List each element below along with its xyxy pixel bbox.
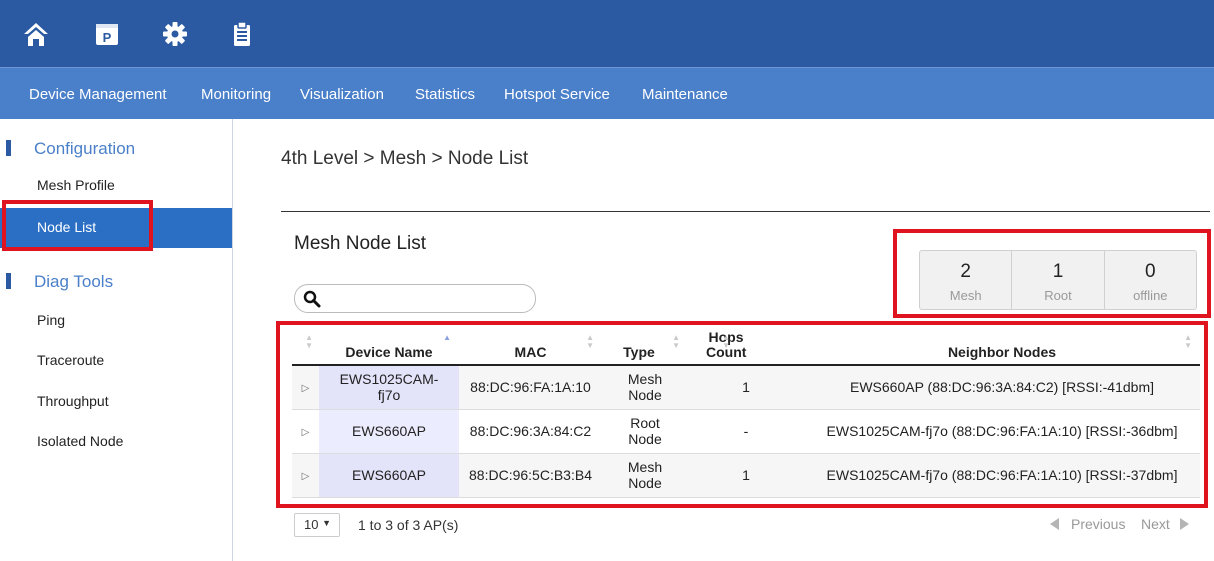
nav-device-management[interactable]: Device Management [29, 86, 167, 103]
node-stats: 2 Mesh 1 Root 0 offline [919, 250, 1197, 310]
stat-mesh[interactable]: 2 Mesh [920, 251, 1013, 309]
home-icon[interactable] [22, 20, 50, 48]
column-header-expand[interactable]: ▲ ▼ [292, 330, 319, 366]
stat-value: 1 [1052, 261, 1064, 282]
sidebar-section-label: Configuration [34, 139, 136, 158]
sidebar-item-label: Node List [37, 219, 97, 235]
cell-device-name: EWS660AP [319, 409, 459, 454]
table-row[interactable]: ▷ EWS660AP 88:DC:96:5C:B3:B4 Mesh Node 1… [292, 453, 1200, 498]
table-row[interactable]: ▷ EWS660AP 88:DC:96:3A:84:C2 Root Node -… [292, 409, 1200, 454]
expand-icon: ▷ [301, 426, 310, 438]
table-header-row: ▲ ▼ Device Name ▲ MAC ▲ ▼ Type ▲ ▼ Hops Cou… [292, 330, 1200, 366]
cell-hops-count: - [688, 409, 804, 454]
cell-mac: 88:DC:96:FA:1A:10 [459, 365, 602, 410]
column-header-hops-count[interactable]: Hops Count ▲ ▼ [688, 330, 804, 366]
page-title: Mesh Node List [294, 233, 427, 254]
stat-label: Root [1044, 288, 1072, 303]
section-marker [6, 273, 11, 289]
top-bar: P [0, 0, 1214, 67]
sort-icon: ▲ ▼ [1184, 333, 1192, 350]
sidebar-item-throughput[interactable]: Throughput [0, 383, 232, 419]
page-size-select[interactable]: 10 ▼ [294, 513, 340, 537]
cell-type: Mesh Node [602, 453, 688, 498]
row-expand-toggle[interactable]: ▷ [292, 453, 319, 498]
row-expand-toggle[interactable]: ▷ [292, 409, 319, 454]
sort-asc-icon: ▲ [443, 333, 451, 342]
parking-icon[interactable]: P [93, 20, 121, 48]
divider [281, 211, 1210, 212]
sidebar-item-label: Ping [37, 312, 66, 328]
cell-mac: 88:DC:96:3A:84:C2 [459, 409, 602, 454]
sidebar: Configuration Mesh Profile Node List Dia… [0, 119, 233, 561]
sidebar-item-label: Mesh Profile [37, 177, 115, 193]
cell-mac: 88:DC:96:5C:B3:B4 [459, 453, 602, 498]
node-table: ▲ ▼ Device Name ▲ MAC ▲ ▼ Type ▲ ▼ Hops Cou… [292, 330, 1200, 498]
stat-value: 2 [960, 261, 971, 282]
cell-type: Mesh Node [602, 365, 688, 410]
sort-icon: ▲ ▼ [305, 333, 313, 350]
table-row[interactable]: ▷ EWS1025CAM-fj7o 88:DC:96:FA:1A:10 Mesh… [292, 365, 1200, 410]
cell-hops-count: 1 [688, 453, 804, 498]
previous-button[interactable]: Previous [1071, 516, 1125, 532]
sidebar-item-ping[interactable]: Ping [0, 302, 232, 338]
cell-neighbor-nodes: EWS1025CAM-fj7o (88:DC:96:FA:1A:10) [RSS… [804, 409, 1200, 454]
column-header-label: Neighbor Nodes [947, 344, 1057, 360]
nav-monitoring[interactable]: Monitoring [201, 86, 271, 103]
column-header-neighbor-nodes[interactable]: Neighbor Nodes ▲ ▼ [804, 330, 1200, 366]
sidebar-item-label: Throughput [37, 393, 109, 409]
breadcrumb: 4th Level > Mesh > Node List [281, 148, 529, 169]
chevron-down-icon: ▼ [322, 518, 331, 528]
sidebar-section-configuration[interactable]: Configuration [0, 138, 232, 160]
clipboard-icon[interactable] [228, 20, 256, 48]
stat-root[interactable]: 1 Root [1012, 251, 1105, 309]
stat-value: 0 [1145, 261, 1156, 282]
sidebar-item-traceroute[interactable]: Traceroute [0, 342, 232, 378]
column-header-label: Device Name [345, 344, 433, 360]
sidebar-item-mesh-profile[interactable]: Mesh Profile [0, 167, 232, 203]
next-button[interactable]: Next [1141, 516, 1170, 532]
sort-icon: ▲ ▼ [586, 333, 594, 350]
row-expand-toggle[interactable]: ▷ [292, 365, 319, 410]
search-input[interactable] [325, 289, 525, 309]
stat-offline[interactable]: 0 offline [1105, 251, 1196, 309]
nav-visualization[interactable]: Visualization [300, 86, 384, 103]
search-box [294, 284, 536, 313]
sidebar-item-node-list[interactable]: Node List [0, 208, 232, 248]
search-icon [303, 290, 321, 313]
column-header-label: MAC [514, 344, 547, 360]
gear-icon[interactable] [161, 20, 189, 48]
column-header-mac[interactable]: MAC ▲ ▼ [459, 330, 602, 366]
cell-device-name: EWS660AP [319, 453, 459, 498]
pagination-info: 1 to 3 of 3 AP(s) [358, 517, 459, 533]
sidebar-item-isolated-node[interactable]: Isolated Node [0, 423, 232, 459]
stat-label: Mesh [949, 288, 982, 303]
next-arrow-icon[interactable] [1180, 518, 1189, 530]
nav-maintenance[interactable]: Maintenance [642, 86, 728, 103]
column-header-device-name[interactable]: Device Name ▲ [319, 330, 459, 366]
cell-neighbor-nodes: EWS660AP (88:DC:96:3A:84:C2) [RSSI:-41db… [804, 365, 1200, 410]
previous-arrow-icon[interactable] [1050, 518, 1059, 530]
cell-hops-count: 1 [688, 365, 804, 410]
column-header-type[interactable]: Type ▲ ▼ [602, 330, 688, 366]
sidebar-item-label: Traceroute [37, 352, 105, 368]
sidebar-section-diag-tools[interactable]: Diag Tools [0, 271, 232, 293]
section-marker [6, 140, 11, 156]
cell-type: Root Node [602, 409, 688, 454]
stat-label: offline [1133, 288, 1168, 303]
svg-text:P: P [103, 30, 112, 45]
sort-icon: ▲ ▼ [672, 333, 680, 350]
expand-icon: ▷ [301, 470, 310, 482]
sidebar-section-label: Diag Tools [34, 272, 114, 291]
cell-device-name: EWS1025CAM-fj7o [319, 365, 459, 410]
cell-neighbor-nodes: EWS1025CAM-fj7o (88:DC:96:FA:1A:10) [RSS… [804, 453, 1200, 498]
page-size-value: 10 [304, 517, 319, 532]
column-header-label: Type [623, 344, 655, 360]
sidebar-item-label: Isolated Node [37, 433, 124, 449]
nav-hotspot-service[interactable]: Hotspot Service [504, 86, 610, 103]
expand-icon: ▷ [301, 382, 310, 394]
nav-statistics[interactable]: Statistics [415, 86, 475, 103]
main-nav: Device Management Monitoring Visualizati… [0, 67, 1214, 119]
sort-icon: ▲ ▼ [722, 333, 730, 350]
